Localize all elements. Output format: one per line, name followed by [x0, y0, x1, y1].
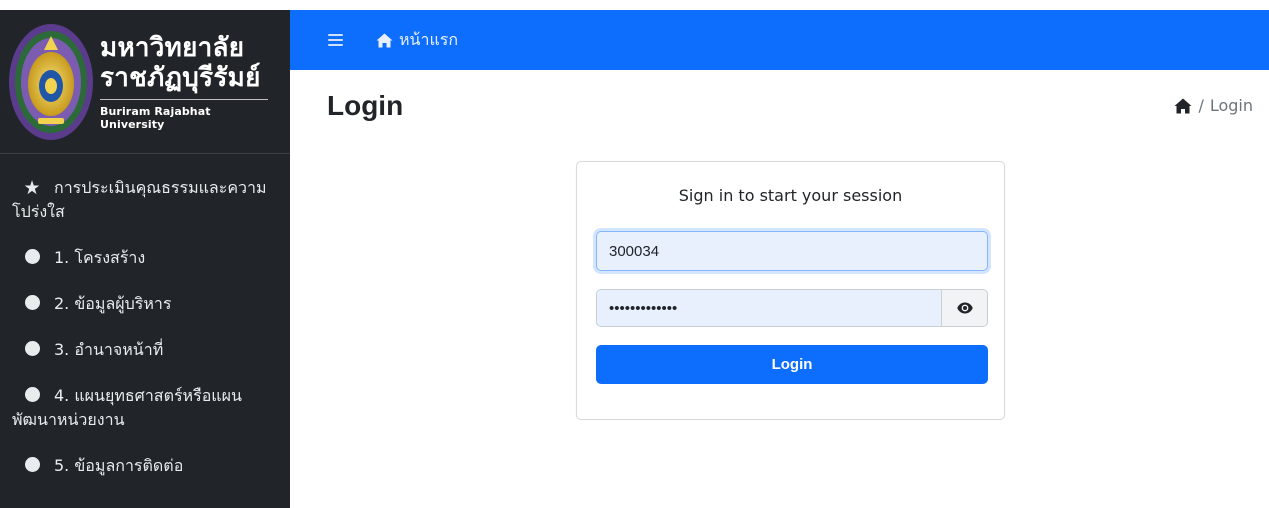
university-seal-logo [8, 22, 94, 142]
brand-name-thai-line2: ราชภัฏบุรีรัมย์ [100, 62, 261, 93]
circle-icon [22, 454, 42, 478]
sidebar-item-contact[interactable]: 5. ข้อมูลการติดต่อ [0, 442, 290, 488]
login-box-message: Sign in to start your session [678, 186, 903, 205]
circle-icon [22, 338, 42, 362]
sidebar-item-label: 1. โครงสร้าง [54, 248, 146, 267]
hamburger-menu-icon[interactable] [328, 33, 346, 47]
brand-name-english: Buriram Rajabhat University [100, 104, 211, 131]
home-icon[interactable] [1174, 98, 1192, 114]
login-button[interactable]: Login [596, 345, 988, 384]
sidebar-item-executives[interactable]: 2. ข้อมูลผู้บริหาร [0, 280, 290, 326]
sidebar-item-strategy[interactable]: 4. แผนยุทธศาสตร์หรือแผนพัฒนาหน่วยงาน [0, 372, 290, 442]
login-card: Sign in to start your session Login [576, 161, 1005, 420]
sidebar-item-label: 4. แผนยุทธศาสตร์หรือแผนพัฒนาหน่วยงาน [12, 386, 242, 429]
nav-home-link[interactable]: หน้าแรก [376, 28, 458, 53]
sidebar-item-authority[interactable]: 3. อำนาจหน้าที่ [0, 326, 290, 372]
sidebar-menu: ★ การประเมินคุณธรรมและความโปร่งใส 1. โครง… [0, 154, 290, 488]
home-icon [376, 33, 393, 47]
breadcrumb-separator: / [1198, 96, 1204, 115]
top-navbar: หน้าแรก [290, 10, 1269, 70]
sidebar-item-label: 3. อำนาจหน้าที่ [54, 340, 164, 359]
sidebar-item-structure[interactable]: 1. โครงสร้าง [0, 234, 290, 280]
sidebar: มหาวิทยาลัย ราชภัฏบุรีรัมย์ Buriram Raja… [0, 10, 290, 508]
password-input[interactable] [596, 289, 941, 327]
nav-home-label: หน้าแรก [399, 29, 459, 49]
brand-name-thai-line1: มหาวิทยาลัย [100, 32, 245, 63]
circle-icon [22, 246, 42, 270]
eye-icon [956, 302, 973, 314]
username-input[interactable] [596, 231, 988, 271]
sidebar-item-label: 5. ข้อมูลการติดต่อ [54, 456, 184, 475]
brand[interactable]: มหาวิทยาลัย ราชภัฏบุรีรัมย์ Buriram Raja… [0, 10, 290, 154]
sidebar-item-ita[interactable]: ★ การประเมินคุณธรรมและความโปร่งใส [0, 164, 290, 234]
circle-icon [22, 292, 42, 316]
breadcrumb: / Login [1174, 96, 1253, 115]
sidebar-item-label: การประเมินคุณธรรมและความโปร่งใส [12, 178, 267, 221]
toggle-password-button[interactable] [941, 289, 988, 327]
page-title: Login [327, 90, 404, 121]
breadcrumb-current: Login [1209, 96, 1253, 115]
circle-icon [22, 384, 42, 408]
sidebar-item-label: 2. ข้อมูลผู้บริหาร [54, 294, 172, 313]
star-icon: ★ [23, 177, 41, 199]
password-group [596, 289, 988, 327]
brand-divider [100, 98, 268, 100]
